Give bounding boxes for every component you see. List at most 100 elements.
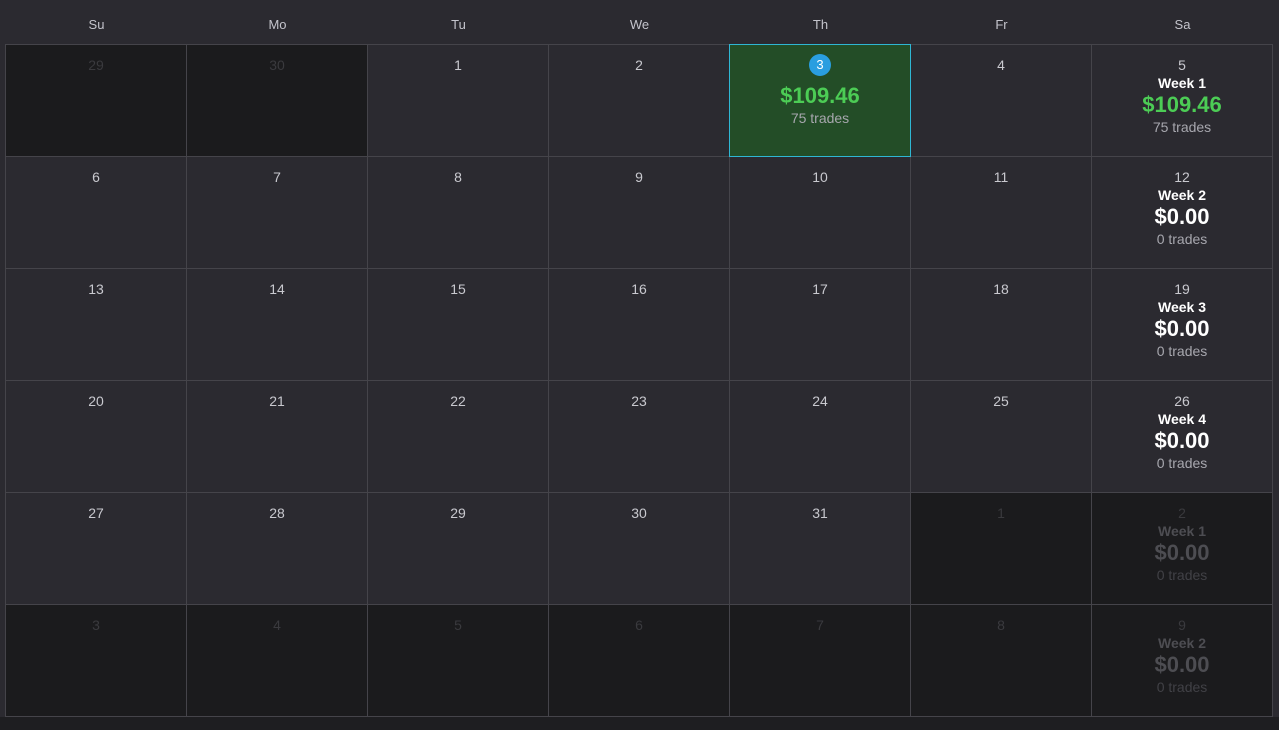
day-trade-count: 75 trades bbox=[790, 110, 850, 126]
calendar-day-cell[interactable]: 6 bbox=[548, 604, 730, 717]
calendar-day-cell[interactable]: 10 bbox=[729, 156, 911, 269]
calendar-day-cell[interactable]: 13 bbox=[5, 268, 187, 381]
week-trade-count: 0 trades bbox=[1156, 231, 1208, 247]
calendar-day-cell[interactable]: 22 bbox=[367, 380, 549, 493]
calendar-day-cell[interactable]: 8 bbox=[910, 604, 1092, 717]
calendar-day-cell[interactable]: 9 bbox=[548, 156, 730, 269]
day-number: 7 bbox=[816, 617, 824, 633]
weekday-wednesday: We bbox=[629, 17, 650, 32]
calendar-day-cell[interactable]: 1 bbox=[367, 44, 549, 157]
day-number: 10 bbox=[812, 169, 828, 185]
day-number: 20 bbox=[88, 393, 104, 409]
week-trade-count: 0 trades bbox=[1156, 567, 1208, 583]
day-number: 8 bbox=[997, 617, 1005, 633]
calendar-day-cell[interactable]: 6 bbox=[5, 156, 187, 269]
week-trade-count: 0 trades bbox=[1156, 455, 1208, 471]
day-number: 1 bbox=[997, 505, 1005, 521]
today-badge: 3 bbox=[809, 54, 831, 76]
calendar-day-cell[interactable]: 8 bbox=[367, 156, 549, 269]
day-number: 16 bbox=[631, 281, 647, 297]
day-number: 23 bbox=[631, 393, 647, 409]
calendar-day-cell[interactable]: 3 $109.46 75 trades bbox=[729, 44, 911, 157]
day-number: 1 bbox=[454, 57, 462, 73]
day-number: 28 bbox=[269, 505, 285, 521]
calendar-day-cell[interactable]: 28 bbox=[186, 492, 368, 605]
day-number: 11 bbox=[993, 169, 1009, 185]
week-pnl-amount: $0.00 bbox=[1154, 316, 1210, 341]
calendar-day-cell[interactable]: 7 bbox=[186, 156, 368, 269]
calendar-day-cell[interactable]: 18 bbox=[910, 268, 1092, 381]
week-label: Week 1 bbox=[1158, 75, 1206, 91]
calendar-day-cell[interactable]: 1 bbox=[910, 492, 1092, 605]
calendar-day-cell[interactable]: 23 bbox=[548, 380, 730, 493]
calendar-day-cell[interactable]: 29 bbox=[5, 44, 187, 157]
day-number: 5 bbox=[454, 617, 462, 633]
week-summary-cell[interactable]: 19 Week 3 $0.00 0 trades bbox=[1091, 268, 1273, 381]
calendar-day-cell[interactable]: 25 bbox=[910, 380, 1092, 493]
day-number: 5 bbox=[1178, 57, 1186, 73]
week-summary-cell[interactable]: 9 Week 2 $0.00 0 trades bbox=[1091, 604, 1273, 717]
day-number: 31 bbox=[812, 505, 828, 521]
calendar-day-cell[interactable]: 30 bbox=[186, 44, 368, 157]
calendar-day-cell[interactable]: 31 bbox=[729, 492, 911, 605]
day-number: 27 bbox=[88, 505, 104, 521]
calendar-day-cell[interactable]: 5 bbox=[367, 604, 549, 717]
week-label: Week 3 bbox=[1158, 299, 1206, 315]
day-number: 4 bbox=[273, 617, 281, 633]
calendar-day-cell[interactable]: 20 bbox=[5, 380, 187, 493]
calendar-day-cell[interactable]: 11 bbox=[910, 156, 1092, 269]
day-number: 30 bbox=[631, 505, 647, 521]
calendar-day-cell[interactable]: 4 bbox=[910, 44, 1092, 157]
day-number: 4 bbox=[997, 57, 1005, 73]
day-number: 8 bbox=[454, 169, 462, 185]
day-number: 3 bbox=[92, 617, 100, 633]
week-trade-count: 0 trades bbox=[1156, 679, 1208, 695]
day-number: 6 bbox=[635, 617, 643, 633]
day-number: 13 bbox=[88, 281, 104, 297]
calendar-day-cell[interactable]: 2 bbox=[548, 44, 730, 157]
day-number: 22 bbox=[450, 393, 466, 409]
calendar-day-cell[interactable]: 27 bbox=[5, 492, 187, 605]
calendar-day-cell[interactable]: 29 bbox=[367, 492, 549, 605]
weekday-monday: Mo bbox=[268, 17, 287, 32]
calendar-day-cell[interactable]: 7 bbox=[729, 604, 911, 717]
week-summary-cell[interactable]: 26 Week 4 $0.00 0 trades bbox=[1091, 380, 1273, 493]
day-number: 2 bbox=[635, 57, 643, 73]
day-number: 6 bbox=[92, 169, 100, 185]
week-label: Week 1 bbox=[1158, 523, 1206, 539]
week-label: Week 2 bbox=[1158, 635, 1206, 651]
day-number: 7 bbox=[273, 169, 281, 185]
pnl-calendar: Su Mo Tu We Th Fr Sa 29 30 1 2 3 $109.46 75 tr… bbox=[0, 0, 1279, 730]
week-pnl-amount: $109.46 bbox=[1142, 92, 1222, 117]
weekday-header: Su Mo Tu We Th Fr Sa bbox=[6, 0, 1273, 45]
day-number: 29 bbox=[450, 505, 466, 521]
day-number: 17 bbox=[812, 281, 828, 297]
weekday-tuesday: Tu bbox=[451, 17, 466, 32]
week-pnl-amount: $0.00 bbox=[1154, 540, 1210, 565]
week-summary-cell[interactable]: 2 Week 1 $0.00 0 trades bbox=[1091, 492, 1273, 605]
calendar-day-cell[interactable]: 30 bbox=[548, 492, 730, 605]
week-pnl-amount: $0.00 bbox=[1154, 652, 1210, 677]
weekday-saturday: Sa bbox=[1174, 17, 1191, 32]
calendar-day-cell[interactable]: 21 bbox=[186, 380, 368, 493]
week-pnl-amount: $0.00 bbox=[1154, 204, 1210, 229]
week-summary-cell[interactable]: 12 Week 2 $0.00 0 trades bbox=[1091, 156, 1273, 269]
calendar-day-cell[interactable]: 16 bbox=[548, 268, 730, 381]
calendar-day-cell[interactable]: 3 bbox=[5, 604, 187, 717]
day-number: 9 bbox=[1178, 617, 1186, 633]
day-number: 19 bbox=[1174, 281, 1190, 297]
calendar-day-cell[interactable]: 14 bbox=[186, 268, 368, 381]
day-number: 26 bbox=[1174, 393, 1190, 409]
calendar-day-cell[interactable]: 24 bbox=[729, 380, 911, 493]
day-pnl-amount: $109.46 bbox=[780, 83, 860, 108]
day-number: 18 bbox=[993, 281, 1009, 297]
calendar-day-cell[interactable]: 15 bbox=[367, 268, 549, 381]
calendar-day-cell[interactable]: 4 bbox=[186, 604, 368, 717]
weekday-sunday: Su bbox=[88, 17, 105, 32]
weekday-friday: Fr bbox=[995, 17, 1008, 32]
week-summary-cell[interactable]: 5 Week 1 $109.46 75 trades bbox=[1091, 44, 1273, 157]
day-number: 24 bbox=[812, 393, 828, 409]
day-number: 29 bbox=[88, 57, 104, 73]
day-number: 25 bbox=[993, 393, 1009, 409]
calendar-day-cell[interactable]: 17 bbox=[729, 268, 911, 381]
